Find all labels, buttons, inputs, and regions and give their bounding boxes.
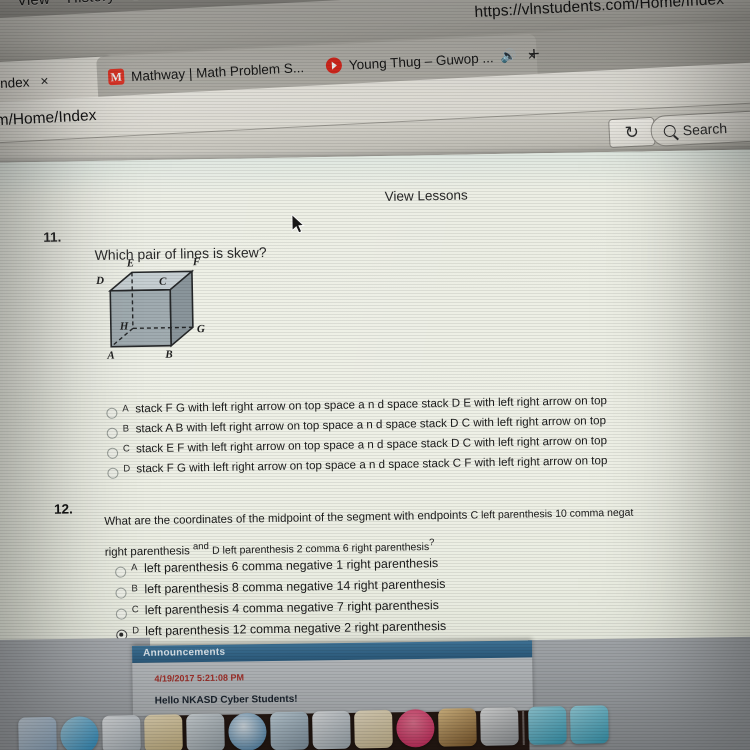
address-input[interactable]: com/Home/Index	[0, 107, 97, 131]
radio-button[interactable]	[106, 447, 119, 459]
cube-vertex-E: E	[126, 257, 135, 270]
option-text: left parenthesis 4 comma negative 7 righ…	[144, 598, 440, 618]
cube-vertex-D: D	[95, 274, 105, 287]
safari-icon[interactable]	[60, 715, 99, 750]
new-tab-button[interactable]: +	[528, 44, 540, 67]
web-page-content: View Lessons 11. Which pair of lines is …	[0, 149, 750, 683]
menu-item-bookmarks[interactable]: Bookmarks	[131, 0, 209, 4]
pages-icon[interactable]	[312, 710, 351, 750]
itunes-icon[interactable]	[396, 708, 435, 748]
q12-prompt-part3: right parenthesis	[104, 545, 190, 559]
finder-icon[interactable]	[18, 716, 57, 750]
q12-prompt-question-mark: ?	[429, 537, 435, 549]
radio-button[interactable]	[115, 608, 127, 620]
radio-button[interactable]	[115, 587, 127, 599]
reload-button[interactable]: ↻	[608, 116, 656, 149]
question-11-number: 11.	[43, 229, 62, 245]
option-text: left parenthesis 6 comma negative 1 righ…	[143, 556, 439, 576]
photo-frame-icon[interactable]	[438, 708, 477, 747]
tab-title: Mathway | Math Problem S...	[130, 59, 305, 84]
preview-icon[interactable]	[354, 709, 393, 749]
tab-title: ome/Index	[0, 73, 30, 93]
cube-vertex-A: A	[107, 349, 115, 362]
radio-button[interactable]	[107, 467, 119, 479]
option-letter: D	[123, 463, 131, 475]
view-lessons-link[interactable]: View Lessons	[385, 187, 468, 203]
announcement-message: Hello NKASD Cyber Students!	[154, 693, 298, 707]
close-icon[interactable]: ×	[40, 72, 49, 88]
option-letter: B	[122, 423, 130, 435]
dock-separator	[522, 711, 525, 746]
tab-title: Young Thug – Guwop ...	[348, 49, 494, 73]
search-placeholder: Search	[682, 119, 728, 138]
option-letter: C	[131, 604, 139, 616]
option-letter: D	[132, 625, 140, 637]
window-title-url: https://vlnstudents.com/Home/Index	[474, 0, 725, 22]
option-text: left parenthesis 8 comma negative 14 rig…	[144, 576, 446, 597]
cube-vertex-B: B	[165, 348, 173, 361]
cube-vertex-H: H	[119, 320, 129, 333]
launchpad-icon[interactable]	[186, 713, 225, 750]
cube-vertex-G: G	[196, 323, 205, 336]
option-text: left parenthesis 12 comma negative 2 rig…	[145, 618, 447, 639]
search-input[interactable]: Search	[649, 106, 750, 147]
photos-icon[interactable]	[228, 712, 267, 750]
cube-vertex-C: C	[158, 275, 167, 288]
notes-icon[interactable]	[144, 714, 183, 750]
option-letter: C	[122, 443, 130, 455]
announcements-title: Announcements	[143, 646, 226, 659]
q12-prompt-and: and	[192, 541, 209, 553]
search-icon	[663, 124, 677, 137]
question-12-number: 12.	[53, 501, 73, 517]
mouse-cursor-arrow-icon	[291, 213, 305, 239]
youtube-icon	[325, 57, 343, 74]
announcement-timestamp: 4/19/2017 5:21:08 PM	[154, 672, 245, 684]
reload-icon: ↻	[624, 122, 640, 143]
radio-button[interactable]	[106, 427, 118, 439]
cube-figure: E F D C H G A B	[92, 256, 224, 369]
menu-item-view[interactable]: View	[17, 0, 51, 10]
option-letter: A	[130, 562, 138, 574]
menu-item-history[interactable]: History	[66, 0, 115, 7]
speaker-icon[interactable]: 🔊	[500, 48, 517, 65]
mail-icon[interactable]	[102, 715, 141, 750]
mathway-icon: M	[107, 68, 125, 86]
messages-icon[interactable]	[270, 711, 309, 750]
photographed-screen: t View History Bookmarks Tools Window He…	[0, 0, 750, 750]
cube-vertex-F: F	[192, 256, 201, 269]
radio-button[interactable]	[106, 407, 118, 419]
dashboard-icon[interactable]	[480, 707, 519, 746]
radio-button[interactable]	[115, 566, 127, 578]
downloads-icon[interactable]	[570, 705, 609, 745]
trash-icon[interactable]	[528, 706, 567, 745]
option-letter: A	[122, 403, 129, 415]
option-letter: B	[131, 583, 138, 595]
